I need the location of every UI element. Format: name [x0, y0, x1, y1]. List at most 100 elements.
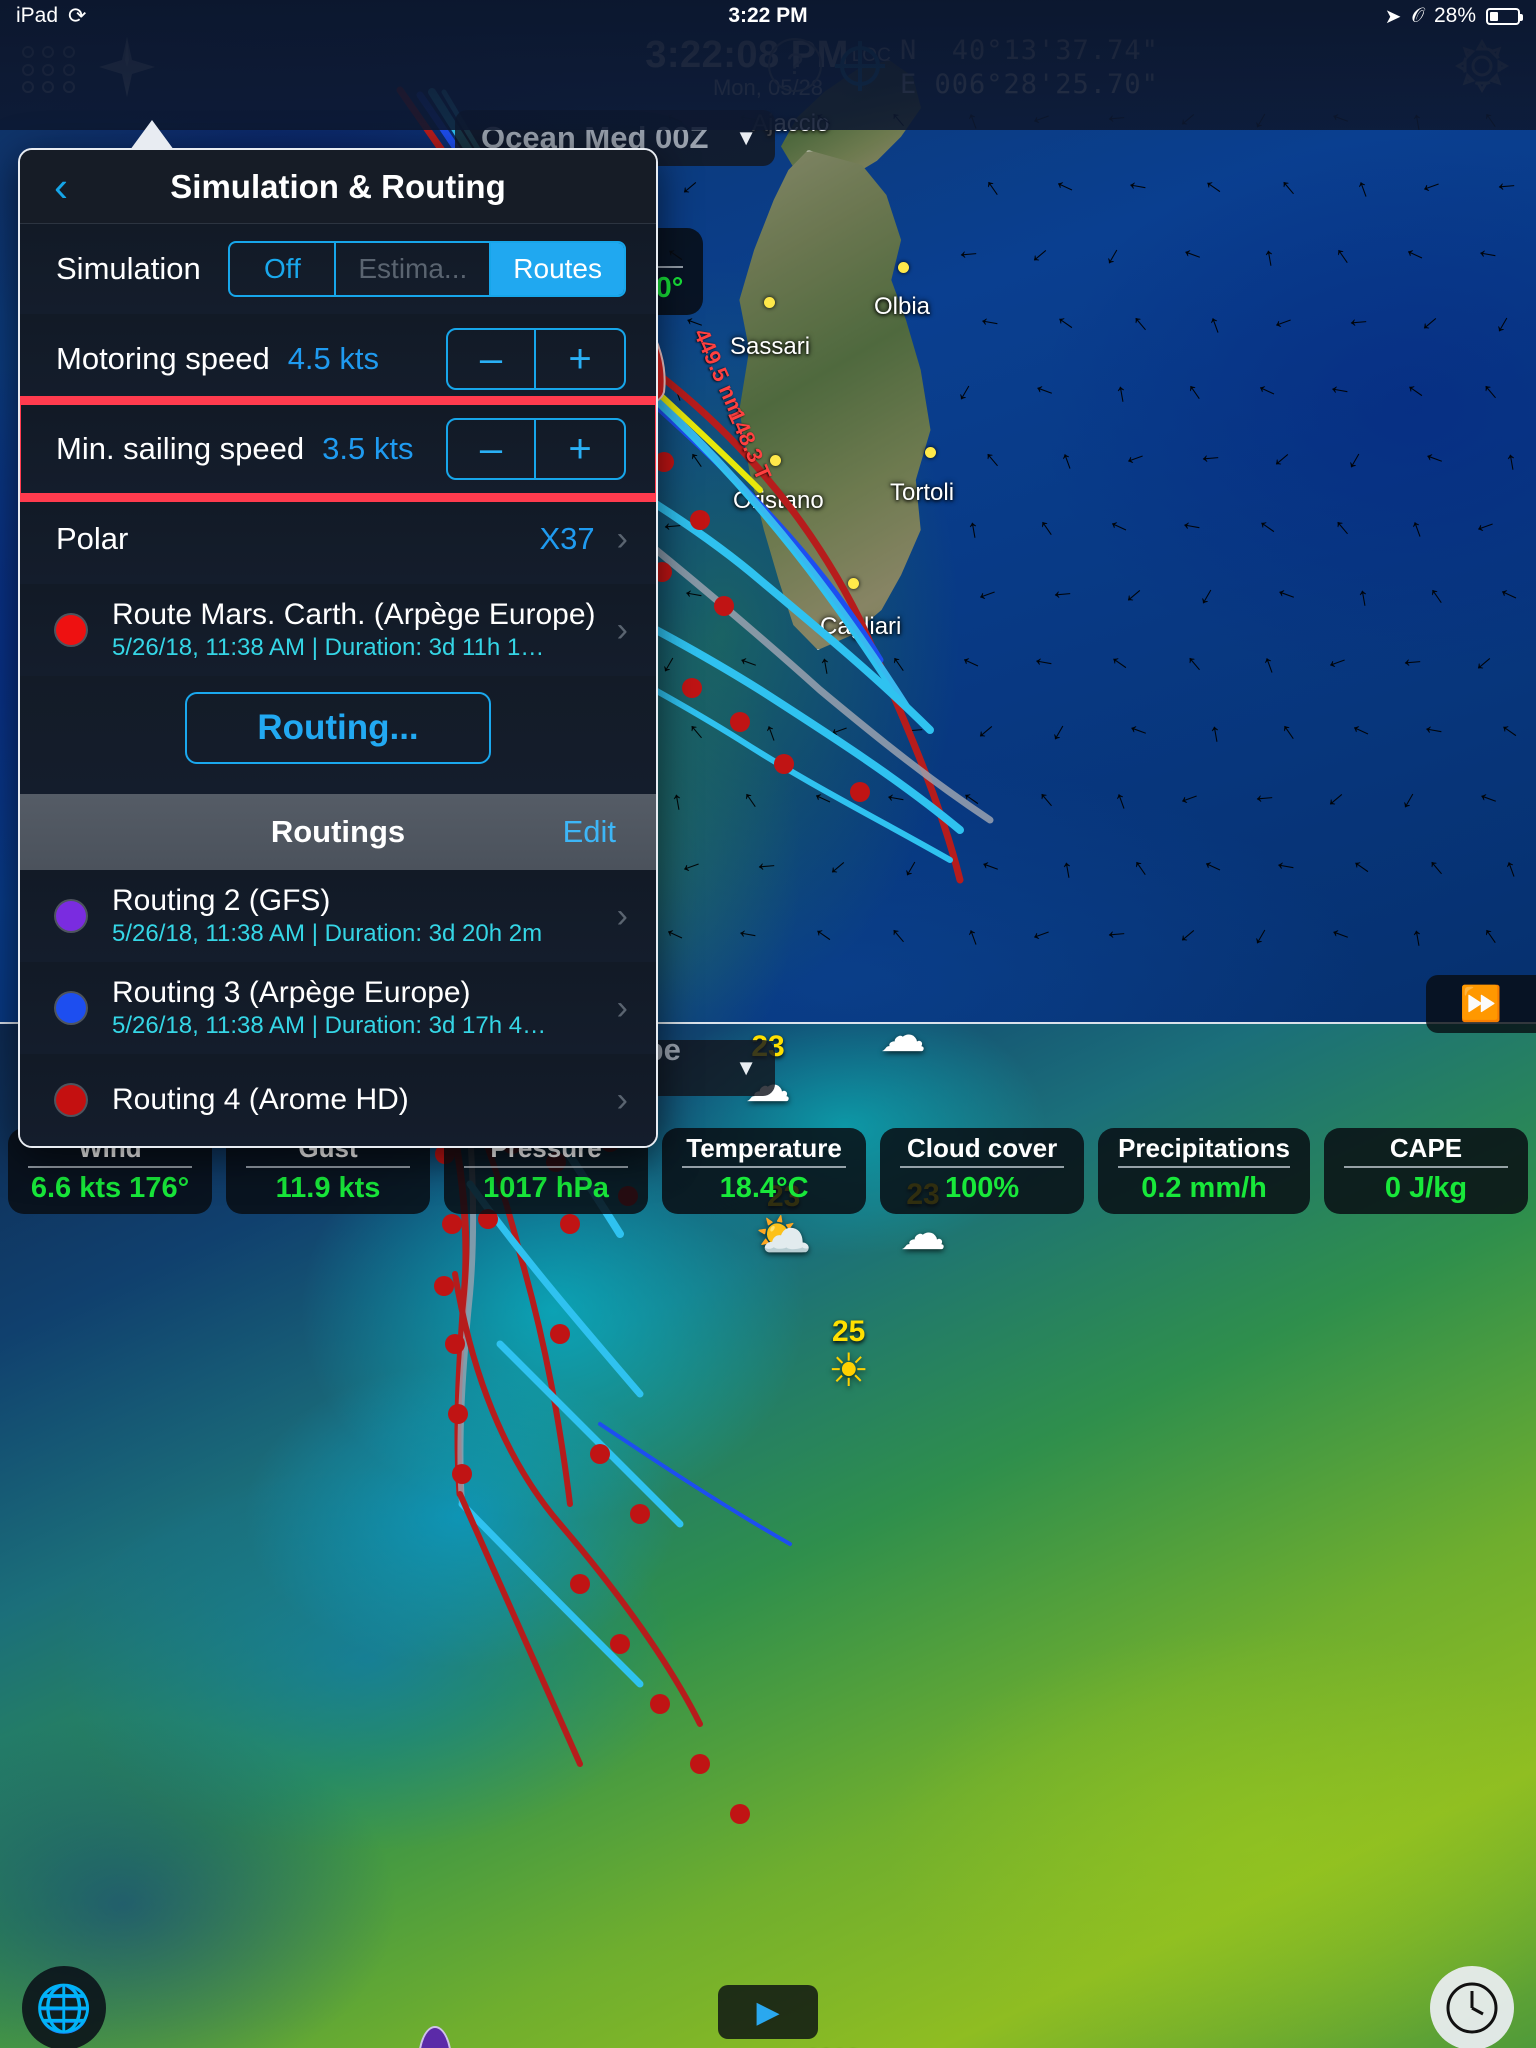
cloud-icon: ☁: [900, 1207, 946, 1259]
motoring-speed-row: Motoring speed 4.5 kts – +: [20, 314, 656, 404]
data-chip-value: 11.9 kts: [246, 1165, 411, 1206]
wind-arrow-icon: →: [658, 514, 688, 548]
chevron-right-icon: ›: [616, 896, 628, 935]
data-chip-label: Precipitations: [1118, 1132, 1291, 1163]
wind-arrow-icon: →: [1196, 446, 1226, 480]
chevron-right-icon: ›: [616, 1080, 628, 1119]
data-chip-value: 6.6 kts 176°: [28, 1165, 193, 1206]
data-chip-label: Temperature: [686, 1132, 842, 1163]
data-chip-label: Cloud cover: [906, 1132, 1058, 1163]
routing-title: Routing 3 (Arpège Europe): [112, 976, 471, 1009]
data-chip[interactable]: Temperature 18.4°C: [662, 1127, 867, 1215]
simulation-segmented-control[interactable]: Off Estima... Routes: [228, 241, 626, 297]
routing-title: Routing 4 (Arome HD): [112, 1083, 409, 1116]
wind-arrow-icon: →: [954, 242, 984, 276]
fast-forward-icon: ⏩: [1459, 985, 1503, 1023]
routing-list-item[interactable]: Routing 4 (Arome HD) ›: [20, 1054, 656, 1146]
simulation-option-routes[interactable]: Routes: [491, 243, 624, 295]
data-chip-label: CAPE: [1389, 1132, 1463, 1163]
min-sailing-speed-minus-button[interactable]: –: [448, 420, 536, 478]
cloud-rain-icon: ☁: [880, 1024, 926, 1061]
city-dot: [925, 447, 936, 458]
wind-arrow-icon: →: [677, 581, 709, 617]
map-city-olbia: Olbia: [874, 293, 931, 320]
data-chip-value: 1017 hPa: [464, 1165, 629, 1206]
data-chip-value: 0 J/kg: [1344, 1165, 1509, 1206]
city-dot: [848, 578, 859, 589]
ios-status-bar: iPad ⟳ 3:22 PM ➤ 𝒪 28%: [0, 0, 1536, 32]
data-chip[interactable]: Precipitations 0.2 mm/h: [1098, 1127, 1311, 1215]
routings-edit-button[interactable]: Edit: [563, 814, 616, 850]
chevron-right-icon: ›: [616, 610, 628, 649]
motoring-speed-value: 4.5 kts: [287, 341, 380, 376]
wind-arrow-icon: →: [1269, 853, 1301, 889]
simulation-option-off[interactable]: Off: [230, 243, 337, 295]
clock-button[interactable]: [1430, 1966, 1514, 2048]
chevron-right-icon: ›: [616, 519, 628, 558]
wind-arrow-icon: →: [879, 785, 911, 821]
routing-subtitle: 5/26/18, 11:38 AM | Duration: 3d 17h 4…: [112, 1012, 547, 1039]
motoring-speed-minus-button[interactable]: –: [448, 330, 536, 388]
simulation-row: Simulation Off Estima... Routes: [20, 224, 656, 314]
wind-arrow-icon: →: [1344, 310, 1374, 344]
wind-arrow-icon: →: [1048, 582, 1078, 616]
caret-down-icon: ▼: [735, 1055, 757, 1080]
active-route-item[interactable]: Route Mars. Carth. (Arpège Europe) 5/26/…: [20, 584, 656, 676]
forecast-icon: 23☁: [880, 1024, 926, 1058]
routings-section-title: Routings: [270, 814, 406, 849]
sun-icon: ☀: [828, 1344, 870, 1396]
wind-arrow-icon: →: [900, 718, 930, 752]
wind-arrow-icon: →: [1471, 241, 1503, 277]
wind-arrow-icon: →: [1193, 719, 1229, 751]
data-chip-value: 0.2 mm/h: [1118, 1165, 1291, 1206]
city-dot: [898, 262, 909, 273]
routing-color-dot: [56, 901, 86, 931]
wind-arrow-icon: →: [973, 309, 1005, 345]
wind-arrow-icon: →: [1027, 649, 1059, 685]
status-bar-time: 3:22 PM: [728, 4, 808, 27]
motoring-speed-stepper[interactable]: – +: [446, 328, 626, 390]
min-sailing-speed-stepper[interactable]: – +: [446, 418, 626, 480]
min-sailing-speed-label: Min. sailing speed: [56, 431, 305, 466]
wind-arrow-icon: →: [1099, 379, 1135, 411]
globe-button[interactable]: 🌐: [22, 1966, 106, 2048]
wind-arrow-icon: →: [1175, 513, 1207, 549]
wind-arrow-icon: →: [1045, 855, 1081, 887]
active-route-title: Route Mars. Carth. (Arpège Europe): [112, 598, 596, 631]
wind-arrow-icon: →: [655, 787, 691, 819]
routing-color-dot: [56, 993, 86, 1023]
data-chip[interactable]: CAPE 0 J/kg: [1324, 1127, 1529, 1215]
sun-cloud-icon: ⛅: [755, 1209, 813, 1261]
status-bar-left: iPad ⟳: [16, 3, 86, 29]
simulation-option-estimation[interactable]: Estima...: [336, 243, 492, 295]
routings-list: Routing 2 (GFS) 5/26/18, 11:38 AM | Durat…: [20, 870, 656, 1146]
wind-arrow-icon: →: [1121, 173, 1153, 209]
play-button[interactable]: ▶: [718, 1985, 818, 2039]
active-route-subtitle: 5/26/18, 11:38 AM | Duration: 3d 11h 1…: [112, 634, 545, 661]
routing-title: Routing 2 (GFS): [112, 884, 331, 917]
chevron-left-icon[interactable]: ‹: [54, 165, 68, 208]
fast-forward-button[interactable]: ⏩: [1426, 975, 1536, 1033]
min-sailing-speed-plus-button[interactable]: +: [536, 420, 624, 478]
map-city-tortoli: Tortoli: [890, 479, 955, 506]
wind-arrow-icon: →: [1417, 717, 1449, 753]
motoring-speed-plus-button[interactable]: +: [536, 330, 624, 388]
wind-arrow-icon: →: [752, 854, 782, 888]
wind-arrow-icon: →: [1250, 786, 1280, 820]
polar-label: Polar: [56, 521, 129, 556]
bluetooth-icon: 𝒪: [1411, 4, 1424, 27]
clock-icon: [1446, 1982, 1498, 2034]
loop-icon: ⟳: [68, 3, 87, 28]
routing-list-item[interactable]: Routing 2 (GFS) 5/26/18, 11:38 AM | Durat…: [20, 870, 656, 962]
polar-row[interactable]: Polar X37 ›: [20, 494, 656, 584]
device-name-label: iPad: [16, 4, 59, 27]
battery-percent-label: 28%: [1433, 4, 1476, 27]
min-sailing-speed-row: Min. sailing speed 3.5 kts – +: [20, 396, 656, 502]
battery-icon: [1486, 7, 1523, 25]
data-chip-value: 18.4°C: [682, 1165, 847, 1206]
routing-button[interactable]: Routing...: [185, 692, 491, 764]
routing-list-item[interactable]: Routing 3 (Arpège Europe) 5/26/18, 11:38 …: [20, 962, 656, 1054]
min-sailing-speed-value: 3.5 kts: [322, 431, 414, 466]
wind-arrow-icon: →: [803, 651, 839, 683]
data-chip[interactable]: Cloud cover 100%: [880, 1127, 1085, 1215]
